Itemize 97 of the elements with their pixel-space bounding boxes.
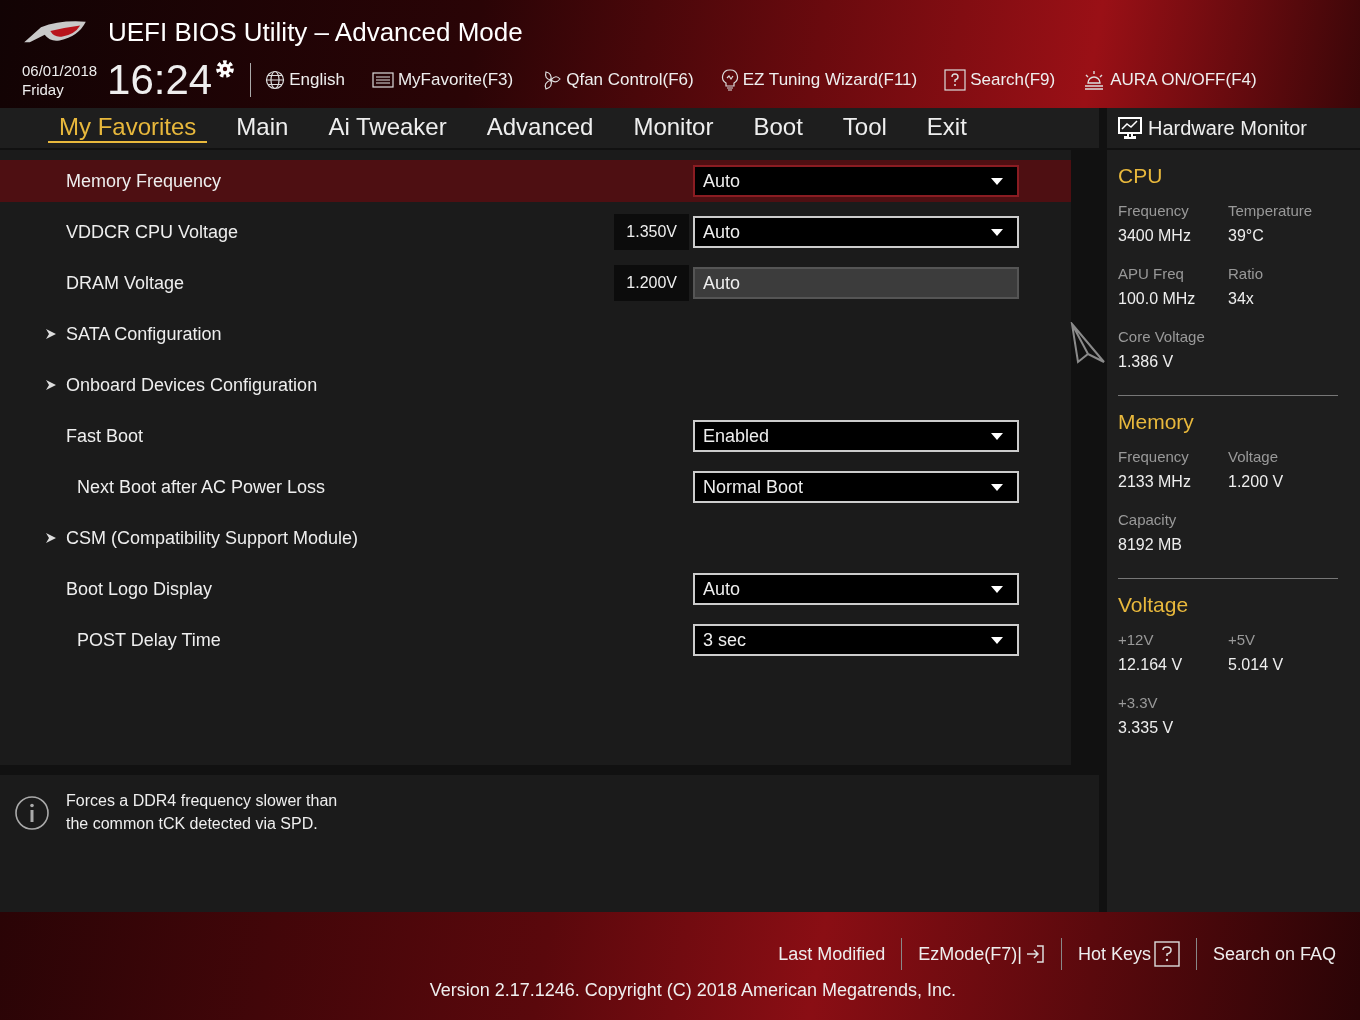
- stat-value: 3.335 V: [1118, 719, 1175, 737]
- menu-tab[interactable]: Monitor: [622, 113, 725, 143]
- toolbar-button[interactable]: English: [265, 70, 345, 90]
- setting-label: Memory Frequency: [66, 170, 223, 192]
- section-title: Memory: [1118, 410, 1195, 434]
- stat-value: 100.0 MHz: [1118, 290, 1197, 308]
- stat-value: 1.200 V: [1228, 473, 1285, 491]
- caret-icon: [991, 636, 1003, 644]
- stat-value: 12.164 V: [1118, 656, 1184, 674]
- list-icon: [371, 71, 394, 89]
- version-text: Version 2.17.1246. Copyright (C) 2018 American Megatrends, Inc.: [429, 980, 956, 1001]
- setting-label: Boot Logo Display: [66, 578, 214, 600]
- menu-tab[interactable]: Tool: [831, 113, 898, 143]
- panel-title: Hardware Monitor: [1148, 116, 1307, 140]
- submenu-arrow-icon: [46, 329, 56, 339]
- settings-icon[interactable]: [214, 58, 237, 80]
- stat-value: 8192 MB: [1118, 536, 1184, 554]
- caret-icon: [991, 177, 1003, 185]
- dropdown-field[interactable]: Auto: [693, 165, 1019, 197]
- dropdown-field[interactable]: 3 sec: [693, 624, 1019, 656]
- stat-label: Temperature: [1228, 202, 1314, 219]
- setting-label: POST Delay Time: [76, 629, 222, 651]
- stat-label: APU Freq: [1118, 265, 1185, 282]
- section-title: CPU: [1118, 164, 1164, 188]
- menu-tab[interactable]: Boot: [742, 113, 814, 143]
- globe-icon: [265, 70, 286, 90]
- setting-row[interactable]: Memory Frequency Auto: [0, 160, 1071, 202]
- setting-row[interactable]: CSM (Compatibility Support Module): [0, 517, 1071, 559]
- exit-icon: [1024, 944, 1045, 964]
- lightbulb-icon: [720, 69, 739, 91]
- setting-label: Fast Boot: [66, 425, 145, 447]
- stat-value: 2133 MHz: [1118, 473, 1192, 491]
- stat-value: 1.386 V: [1118, 353, 1175, 371]
- setting-label: SATA Configuration: [66, 323, 223, 345]
- help-text: Forces a DDR4 frequency slower than: [66, 791, 338, 811]
- submenu-arrow-icon: [46, 380, 56, 390]
- menu-tab[interactable]: My Favorites: [48, 113, 208, 143]
- voltage-reading: 1.200V: [614, 265, 689, 301]
- submenu-arrow-icon: [46, 533, 56, 543]
- stat-value: 34x: [1228, 290, 1255, 308]
- mouse-pointer-icon: [1070, 322, 1106, 364]
- footer-link[interactable]: Search on FAQ: [1202, 943, 1346, 965]
- info-icon: [14, 795, 50, 831]
- menu-tab[interactable]: Advanced: [475, 113, 605, 143]
- setting-row[interactable]: VDDCR CPU Voltage 1.350V Auto: [0, 211, 1071, 253]
- menu-tab[interactable]: Main: [225, 113, 300, 143]
- monitor-icon: [1118, 117, 1142, 139]
- day-text: Friday: [22, 80, 65, 99]
- footer-link[interactable]: EzMode(F7)|: [908, 943, 1055, 965]
- help-icon: [944, 69, 967, 91]
- caret-icon: [991, 228, 1003, 236]
- section-title: Voltage: [1118, 593, 1190, 617]
- stat-label: Frequency: [1118, 202, 1190, 219]
- toolbar-button[interactable]: EZ Tuning Wizard(F11): [720, 69, 918, 91]
- clock-time: 16:24: [107, 58, 213, 102]
- dropdown-field[interactable]: Enabled: [693, 420, 1019, 452]
- setting-row[interactable]: Boot Logo Display Auto: [0, 568, 1071, 610]
- window-title: UEFI BIOS Utility – Advanced Mode: [108, 16, 523, 48]
- toolbar-button[interactable]: Search(F9): [944, 69, 1056, 91]
- caret-icon: [991, 483, 1003, 491]
- voltage-reading: 1.350V: [614, 214, 689, 250]
- caret-icon: [991, 432, 1003, 440]
- help-text: the common tCK detected via SPD.: [66, 814, 319, 834]
- help-icon: [1153, 941, 1180, 967]
- setting-label: VDDCR CPU Voltage: [66, 221, 240, 243]
- setting-row[interactable]: SATA Configuration: [0, 313, 1071, 355]
- setting-row[interactable]: POST Delay Time 3 sec: [0, 619, 1071, 661]
- stat-label: +12V: [1118, 631, 1155, 648]
- setting-label: CSM (Compatibility Support Module): [66, 527, 360, 549]
- footer-link[interactable]: Last Modified: [768, 943, 896, 965]
- stat-label: +3.3V: [1118, 694, 1159, 711]
- menu-tab[interactable]: Exit: [915, 113, 978, 143]
- dropdown-field[interactable]: Auto: [693, 216, 1019, 248]
- footer-link[interactable]: Hot Keys: [1067, 941, 1190, 967]
- toolbar-button[interactable]: Qfan Control(F6): [540, 69, 694, 91]
- stat-label: Voltage: [1228, 448, 1280, 465]
- setting-row[interactable]: Next Boot after AC Power Loss Normal Boot: [0, 466, 1071, 508]
- stat-value: 3400 MHz: [1118, 227, 1192, 245]
- setting-row[interactable]: Onboard Devices Configuration: [0, 364, 1071, 406]
- setting-label: Onboard Devices Configuration: [66, 374, 319, 396]
- date-text: 06/01/2018: [22, 61, 98, 80]
- setting-row[interactable]: Fast Boot Enabled: [0, 415, 1071, 457]
- setting-label: DRAM Voltage: [66, 272, 186, 294]
- stat-label: Capacity: [1118, 511, 1178, 528]
- toolbar-button[interactable]: MyFavorite(F3): [371, 70, 514, 90]
- stat-label: Frequency: [1118, 448, 1190, 465]
- caret-icon: [991, 585, 1003, 593]
- dropdown-field[interactable]: Normal Boot: [693, 471, 1019, 503]
- menu-tab[interactable]: Ai Tweaker: [317, 113, 458, 143]
- stat-label: Ratio: [1228, 265, 1265, 282]
- stat-value: 39°C: [1228, 227, 1265, 245]
- setting-label: Next Boot after AC Power Loss: [76, 476, 327, 498]
- stat-label: +5V: [1228, 631, 1257, 648]
- stat-label: Core Voltage: [1118, 328, 1206, 345]
- stat-value: 5.014 V: [1228, 656, 1285, 674]
- dropdown-field[interactable]: Auto: [693, 573, 1019, 605]
- toolbar-button[interactable]: AURA ON/OFF(F4): [1082, 69, 1257, 91]
